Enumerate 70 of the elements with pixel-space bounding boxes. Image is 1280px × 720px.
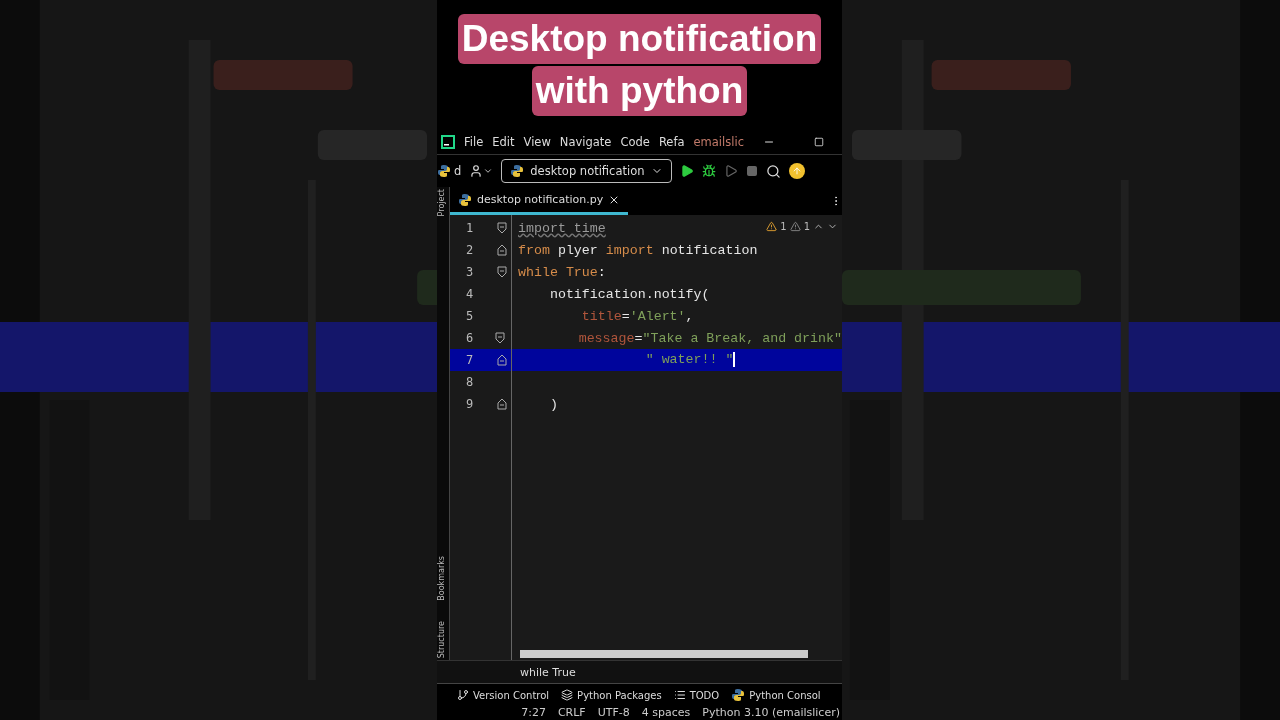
warning-count: 1 xyxy=(780,221,787,232)
text-cursor xyxy=(733,352,736,368)
code-line: title='Alert', xyxy=(580,308,694,324)
list-icon xyxy=(673,689,686,701)
line-number: 9 xyxy=(465,397,475,411)
line-number: 7 xyxy=(465,353,475,367)
line-number: 8 xyxy=(465,375,475,389)
tool-window-button[interactable]: Version Control xyxy=(457,689,550,701)
fold-icon[interactable] xyxy=(497,244,507,256)
maximize-icon[interactable] xyxy=(813,137,824,147)
code-line: notification.notify( xyxy=(548,286,710,302)
fold-icon[interactable] xyxy=(494,332,505,344)
app-logo-icon xyxy=(441,135,455,149)
project-name: emailslic xyxy=(693,135,744,149)
fold-icon[interactable] xyxy=(497,266,507,278)
line-number: 2 xyxy=(465,243,475,257)
status-item[interactable]: Python 3.10 (emailslicer) xyxy=(702,706,840,720)
fold-icon[interactable] xyxy=(497,222,507,234)
video-title: with python xyxy=(531,66,748,116)
coverage-icon[interactable] xyxy=(723,164,738,178)
code-line: ) xyxy=(548,396,558,412)
branch-icon xyxy=(457,689,469,701)
menu-item[interactable]: Refa xyxy=(658,135,685,149)
debug-icon[interactable] xyxy=(701,164,716,178)
menu-item[interactable]: View xyxy=(523,135,551,149)
run-config-dropdown[interactable]: desktop notification xyxy=(501,159,672,183)
video-title: Desktop notification xyxy=(457,14,822,64)
status-item[interactable]: 4 spaces xyxy=(641,706,691,720)
menu-item[interactable]: File xyxy=(464,135,484,149)
menu-item[interactable]: Navigate xyxy=(559,135,612,149)
user-menu[interactable] xyxy=(469,164,494,178)
caret-icon[interactable] xyxy=(483,166,494,176)
scrollbar[interactable] xyxy=(520,650,808,658)
code-line: import time xyxy=(517,220,606,236)
python-icon xyxy=(437,164,451,178)
code-line: message="Take a Break, and drink" xyxy=(577,330,842,346)
status-item[interactable]: CRLF xyxy=(557,706,586,720)
tool-window-button[interactable]: TODO xyxy=(673,689,720,701)
layers-icon xyxy=(561,689,574,701)
line-number: 6 xyxy=(465,331,475,345)
fold-icon[interactable] xyxy=(497,398,507,410)
menu-item[interactable]: Code xyxy=(620,135,650,149)
menu-item[interactable]: Edit xyxy=(492,135,515,149)
code-line: while True: xyxy=(517,264,606,280)
breadcrumb[interactable]: while True xyxy=(520,665,576,679)
code-line: " water!! " xyxy=(644,352,736,368)
search-icon[interactable] xyxy=(765,163,781,179)
side-tab[interactable]: Project xyxy=(437,189,449,217)
line-number: 1 xyxy=(465,221,475,235)
fold-icon[interactable] xyxy=(497,354,507,366)
line-number: 4 xyxy=(465,287,475,301)
status-item[interactable]: 7:27 xyxy=(521,706,546,720)
update-icon[interactable] xyxy=(788,163,805,179)
status-item[interactable]: UTF-8 xyxy=(597,706,630,720)
line-number: 5 xyxy=(465,309,475,323)
python-icon xyxy=(731,688,746,702)
project-selector[interactable]: d xyxy=(437,164,462,178)
tool-window-button[interactable]: Python Packages xyxy=(561,689,662,701)
python-icon xyxy=(458,192,472,207)
warning-count: 1 xyxy=(803,221,810,232)
line-number: 3 xyxy=(465,265,475,279)
stop-icon[interactable] xyxy=(745,165,758,177)
code-line: from plyer import notification xyxy=(517,242,758,258)
side-tab[interactable]: Structure xyxy=(437,620,449,658)
side-tab[interactable]: Bookmarks xyxy=(437,556,449,601)
warning-icon[interactable] xyxy=(789,221,801,232)
python-icon xyxy=(510,164,525,178)
tool-window-button[interactable]: Python Consol xyxy=(731,688,821,702)
run-icon[interactable] xyxy=(679,164,694,178)
warning-icon[interactable] xyxy=(766,221,778,232)
